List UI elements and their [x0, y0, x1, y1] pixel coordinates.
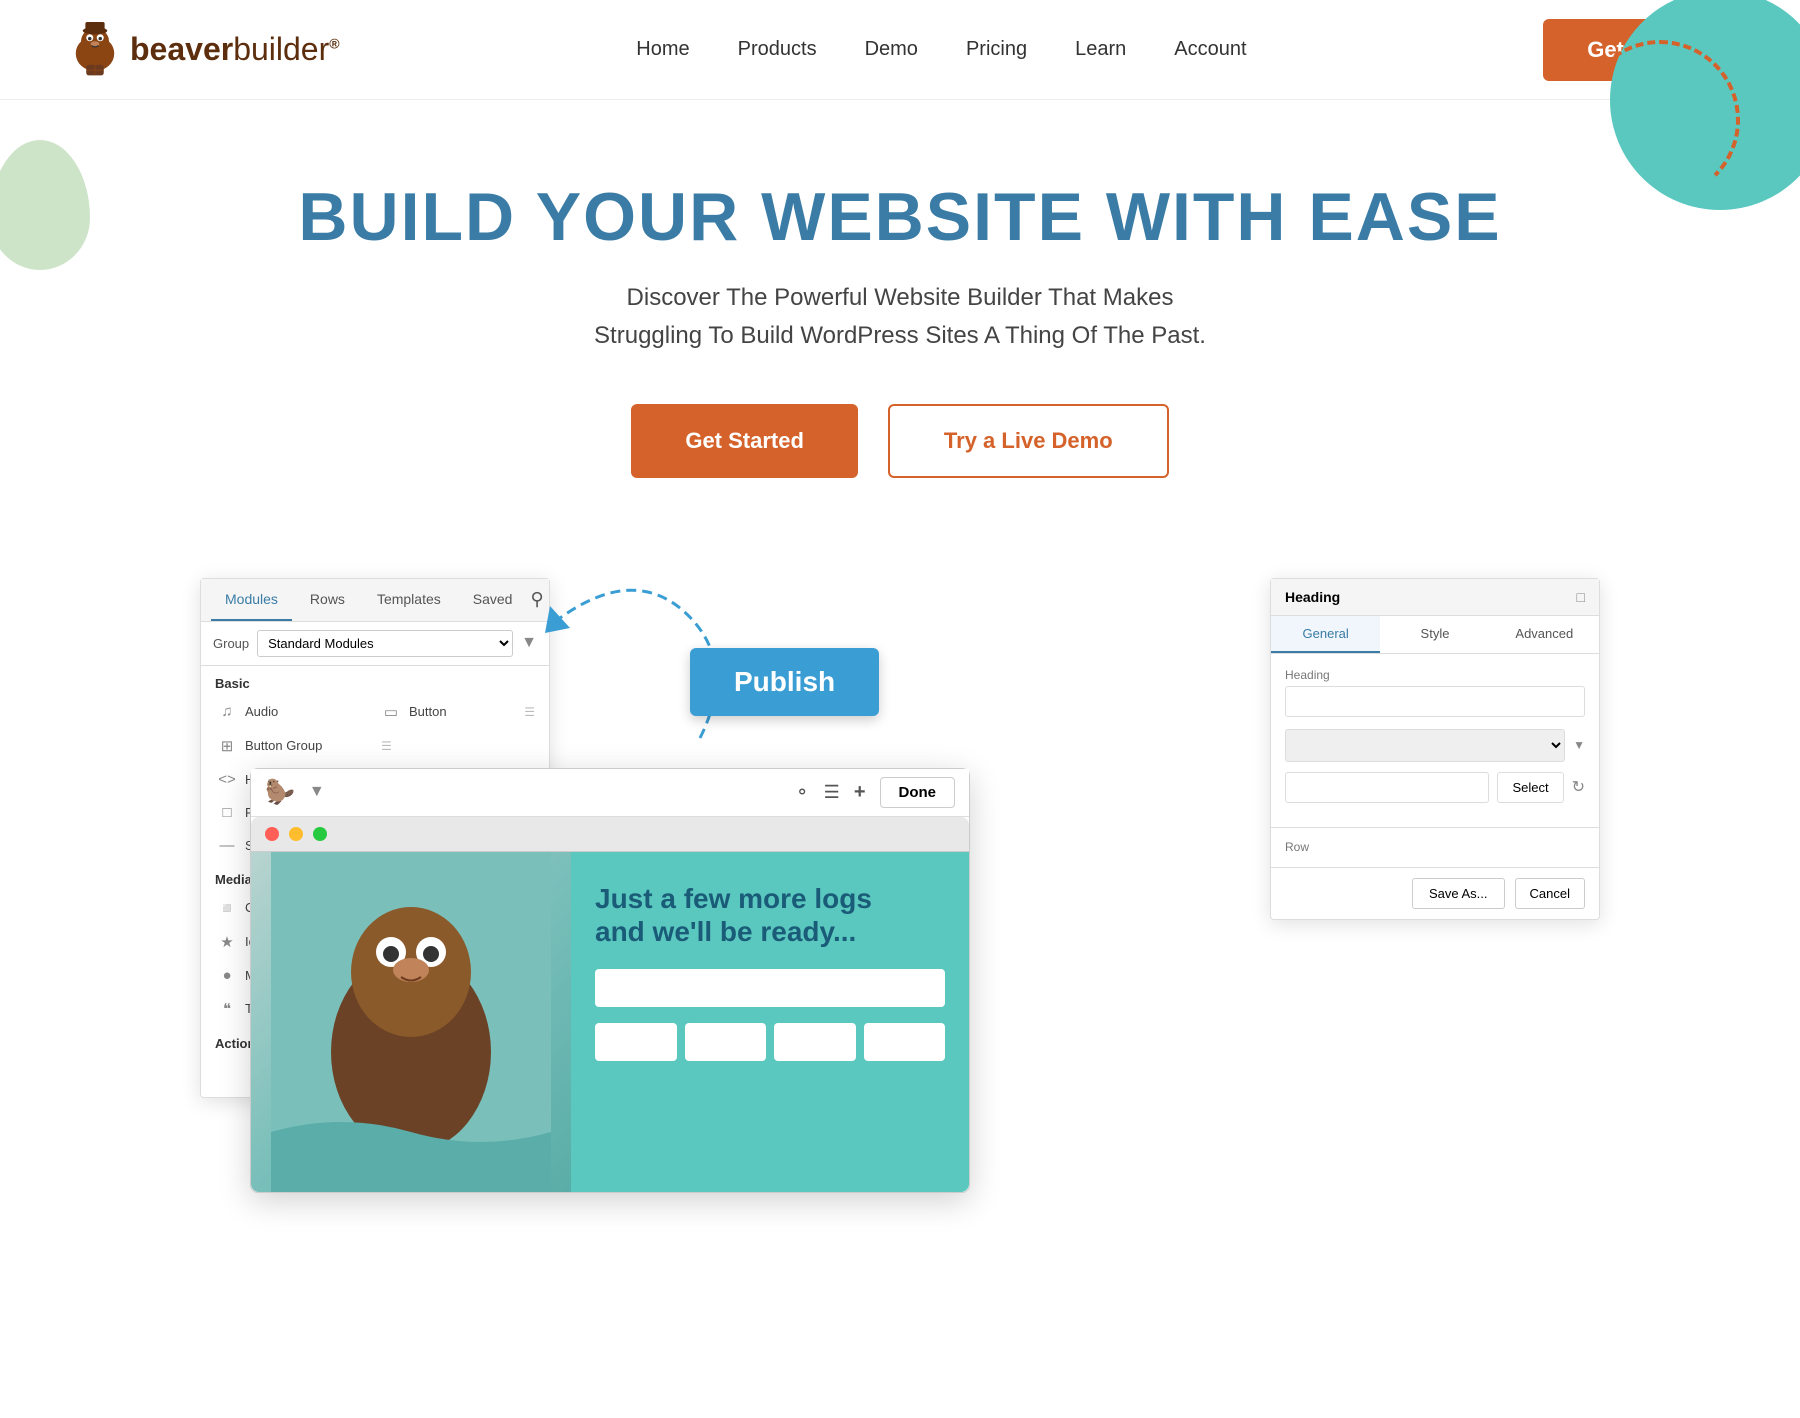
- button-group-icon: ⊞: [217, 737, 237, 755]
- publish-button[interactable]: Publish: [690, 648, 879, 716]
- hero-section: BUILD YOUR WEBSITE WITH EASE Discover Th…: [0, 100, 1800, 538]
- form-input-2[interactable]: [595, 1023, 677, 1061]
- chevron-down-icon[interactable]: ▼: [309, 783, 325, 801]
- modules-group-bar: Group Standard Modules ▼: [201, 622, 549, 666]
- tab-templates[interactable]: Templates: [363, 579, 455, 621]
- heading-tab-advanced[interactable]: Advanced: [1490, 616, 1599, 653]
- drag-icon-2: ☰: [381, 739, 392, 753]
- beaver-photo: [271, 852, 551, 1192]
- group-label: Group: [213, 636, 249, 651]
- minimize-dot: [289, 827, 303, 841]
- photo-icon: □: [217, 804, 237, 821]
- refresh-icon: ↻: [1572, 777, 1585, 797]
- nav-home[interactable]: Home: [636, 38, 689, 61]
- builder-logo-icon: 🦫: [265, 778, 295, 807]
- deco-green-blob: [0, 140, 90, 270]
- heading-link-row: Select ↻: [1285, 772, 1585, 803]
- heading-row-label: Row: [1271, 827, 1599, 867]
- heading-panel-content: Heading ▼ Select ↻: [1271, 654, 1599, 827]
- navbar: beaverbuilder® Home Products Demo Pricin…: [0, 0, 1800, 100]
- heading-tab-general[interactable]: General: [1271, 616, 1380, 653]
- hero-headline: BUILD YOUR WEBSITE WITH EASE: [20, 180, 1780, 255]
- nav-links: Home Products Demo Pricing Learn Account: [636, 38, 1246, 61]
- form-input-5[interactable]: [864, 1023, 946, 1061]
- done-button[interactable]: Done: [880, 777, 956, 808]
- modules-tabs: Modules Rows Templates Saved ⚲: [201, 579, 549, 622]
- get-started-button[interactable]: Get Started: [631, 404, 858, 478]
- logo-text: beaverbuilder®: [130, 31, 340, 68]
- nav-account[interactable]: Account: [1174, 38, 1246, 61]
- audio-icon: ♫: [217, 703, 237, 720]
- beaver-image: [251, 852, 571, 1192]
- slider-icon: ◽: [217, 899, 237, 917]
- heading-panel-title: Heading: [1285, 589, 1340, 605]
- add-icon[interactable]: +: [854, 781, 866, 804]
- icon-icon: ★: [217, 933, 237, 951]
- tab-rows[interactable]: Rows: [296, 579, 359, 621]
- basic-section-label: Basic: [201, 666, 549, 695]
- cancel-button[interactable]: Cancel: [1515, 878, 1585, 909]
- heading-panel-tabs: General Style Advanced: [1271, 616, 1599, 654]
- save-as-button[interactable]: Save As...: [1412, 878, 1505, 909]
- demo-section: Modules Rows Templates Saved ⚲ Group Sta…: [0, 538, 1800, 1418]
- close-dot: [265, 827, 279, 841]
- form-input-3[interactable]: [685, 1023, 767, 1061]
- hero-subheadline: Discover The Powerful Website Builder Th…: [550, 279, 1250, 356]
- browser-chrome-bar: [251, 817, 969, 852]
- nav-products[interactable]: Products: [738, 38, 817, 61]
- separator-icon: —: [217, 837, 237, 854]
- heading-select-row: ▼: [1285, 729, 1585, 762]
- heading-link-input[interactable]: [1285, 772, 1489, 803]
- heading-field-label: Heading: [1285, 668, 1585, 682]
- button-icon: ▭: [381, 703, 401, 721]
- nav-demo[interactable]: Demo: [865, 38, 918, 61]
- list-icon[interactable]: ☰: [824, 782, 840, 803]
- try-live-demo-button[interactable]: Try a Live Demo: [888, 404, 1169, 478]
- deco-dashed-arc: [1580, 40, 1740, 200]
- browser-form-title: Just a few more logsand we'll be ready..…: [595, 882, 945, 949]
- module-audio[interactable]: ♫ Audio: [211, 695, 375, 729]
- close-icon[interactable]: □: [1577, 589, 1585, 605]
- heading-tab-style[interactable]: Style: [1380, 616, 1489, 653]
- nav-learn[interactable]: Learn: [1075, 38, 1126, 61]
- module-button-group[interactable]: ⊞ Button Group: [211, 729, 375, 763]
- testimonials-icon: ❝: [217, 1000, 237, 1018]
- maximize-dot: [313, 827, 327, 841]
- heading-tag-select[interactable]: [1285, 729, 1565, 762]
- heading-select-button[interactable]: Select: [1497, 772, 1563, 803]
- heading-text-input[interactable]: [1285, 686, 1585, 717]
- form-row: [595, 1023, 945, 1061]
- logo[interactable]: beaverbuilder®: [60, 15, 340, 85]
- form-input-4[interactable]: [774, 1023, 856, 1061]
- browser-form-area: Just a few more logsand we'll be ready..…: [571, 852, 969, 1192]
- browser-window: 🦫 ▼ ⚬ ☰ + Done: [250, 768, 970, 1193]
- group-select[interactable]: Standard Modules: [257, 630, 513, 657]
- hero-buttons: Get Started Try a Live Demo: [20, 404, 1780, 478]
- heading-panel-title-bar: Heading □: [1271, 579, 1599, 616]
- nav-pricing[interactable]: Pricing: [966, 38, 1027, 61]
- beaver-logo-icon: [60, 15, 130, 85]
- chevron-icon: ▼: [1573, 738, 1585, 752]
- bell-icon[interactable]: ⚬: [795, 782, 810, 803]
- form-input-1[interactable]: [595, 969, 945, 1007]
- html-icon: <>: [217, 771, 237, 788]
- map-icon: ●: [217, 967, 237, 984]
- heading-panel-footer: Save As... Cancel: [1271, 867, 1599, 919]
- tab-modules[interactable]: Modules: [211, 579, 292, 621]
- demo-container: Modules Rows Templates Saved ⚲ Group Sta…: [200, 558, 1600, 1418]
- browser-content: Just a few more logsand we'll be ready..…: [251, 852, 969, 1192]
- heading-panel: Heading □ General Style Advanced Heading…: [1270, 578, 1600, 920]
